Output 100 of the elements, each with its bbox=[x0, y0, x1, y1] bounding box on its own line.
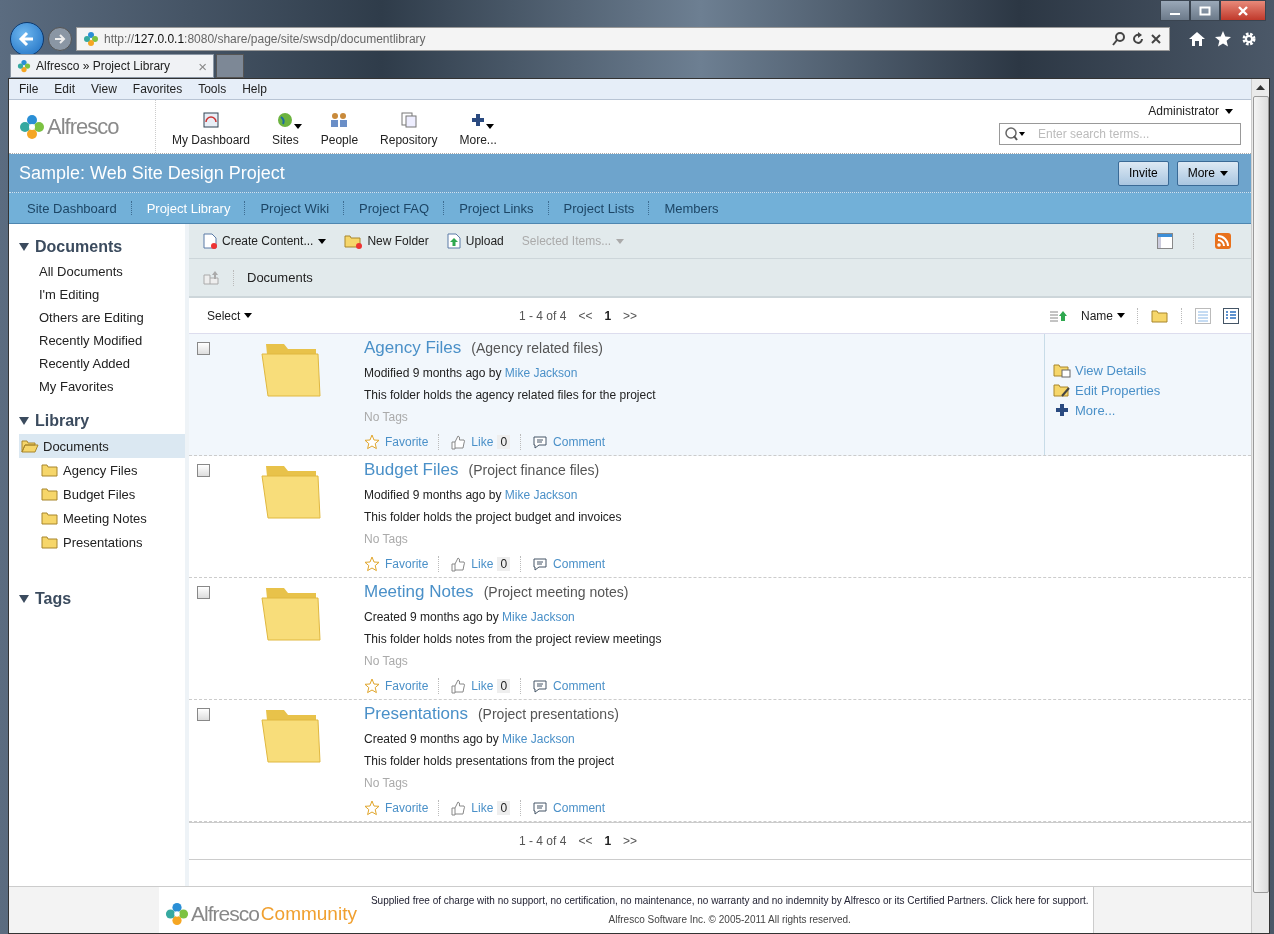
breadcrumb[interactable]: Documents bbox=[247, 270, 313, 285]
modified-info: Created 9 months ago by bbox=[364, 731, 499, 746]
user-menu[interactable]: Administrator bbox=[1148, 104, 1233, 118]
current-page: 1 bbox=[604, 308, 612, 323]
tree-node[interactable]: Budget Files bbox=[19, 482, 185, 506]
author-link[interactable]: Mike Jackson bbox=[504, 487, 578, 502]
home-icon[interactable] bbox=[1188, 30, 1206, 48]
site-icon bbox=[83, 31, 99, 47]
footer-logo-text: Alfresco bbox=[191, 902, 259, 926]
like-link[interactable]: Like bbox=[450, 556, 494, 573]
site-nav-tab[interactable]: Project FAQ bbox=[351, 200, 438, 216]
header-nav-item[interactable]: Sites bbox=[272, 111, 299, 147]
row-checkbox[interactable] bbox=[197, 464, 210, 477]
row-checkbox[interactable] bbox=[197, 708, 210, 721]
minimize-button[interactable] bbox=[1160, 0, 1190, 21]
next-page-link[interactable]: >> bbox=[623, 834, 638, 848]
toolbar-action[interactable]: Upload bbox=[446, 233, 504, 249]
filter-link[interactable]: All Documents bbox=[39, 260, 185, 283]
header-nav-item[interactable]: People bbox=[320, 111, 359, 147]
address-bar[interactable]: http://127.0.0.1:8080/share/page/site/swsdp/documentlibrary bbox=[76, 27, 1170, 51]
like-link[interactable]: Like bbox=[450, 678, 494, 695]
author-link[interactable]: Mike Jackson bbox=[502, 731, 575, 746]
favorite-link[interactable]: Favorite bbox=[364, 678, 429, 695]
site-nav-tab[interactable]: Members bbox=[656, 200, 727, 216]
filter-link[interactable]: My Favorites bbox=[39, 375, 185, 398]
sort-menu[interactable]: Name bbox=[1081, 308, 1125, 323]
header-nav-item[interactable]: My Dashboard bbox=[172, 111, 251, 147]
favorite-link[interactable]: Favorite bbox=[364, 556, 429, 573]
next-page-link[interactable]: >> bbox=[623, 308, 638, 323]
comment-link[interactable]: Comment bbox=[532, 678, 606, 695]
filter-section-header[interactable]: Documents bbox=[19, 238, 185, 256]
row-checkbox[interactable] bbox=[197, 586, 210, 599]
site-nav-tab[interactable]: Project Lists bbox=[555, 200, 643, 216]
comment-link[interactable]: Comment bbox=[532, 800, 606, 817]
site-button[interactable]: Invite bbox=[1117, 160, 1169, 186]
search-field[interactable]: Enter search terms... bbox=[999, 123, 1241, 145]
upload-icon bbox=[446, 233, 461, 249]
site-nav-tab[interactable]: Project Wiki bbox=[252, 200, 338, 216]
header-nav-item[interactable]: More... bbox=[459, 111, 497, 147]
site-button[interactable]: More bbox=[1176, 160, 1239, 186]
folder-row[interactable]: Budget Files (Project finance files) Modified 9 months ago by Mike Jackson This folder holds the project budget and invoices No Tags Favorite Like 0 Comment bbox=[189, 456, 1251, 578]
folder-title: (Project meeting notes) bbox=[483, 584, 629, 600]
like-link[interactable]: Like bbox=[450, 800, 494, 817]
tree-node[interactable]: Meeting Notes bbox=[19, 506, 185, 530]
folder-row[interactable]: Presentations (Project presentations) Created 9 months ago by Mike Jackson This folder holds presentations from the project No Tags Favorite Like 0 Comment bbox=[189, 700, 1251, 822]
menu-item[interactable]: Help bbox=[234, 82, 275, 96]
search-icon[interactable] bbox=[1111, 31, 1127, 47]
menu-item[interactable]: Favorites bbox=[124, 82, 191, 96]
comment-icon bbox=[532, 678, 549, 695]
support-notice[interactable]: Supplied free of charge with no support, no certification, no maintenance, no warranty and no indemnity by Alfresco or its Certified Partners. Click here for support. bbox=[370, 895, 1089, 906]
site-nav-tab[interactable]: Project Links bbox=[451, 200, 542, 216]
folder-icon bbox=[41, 535, 59, 549]
browser-tab[interactable]: Alfresco » Project Library × bbox=[10, 54, 214, 78]
previous-page-link[interactable]: << bbox=[578, 834, 593, 848]
toolbar-action[interactable]: New Folder bbox=[344, 233, 429, 249]
filter-link[interactable]: I'm Editing bbox=[39, 283, 185, 306]
filter-link[interactable]: Recently Modified bbox=[39, 329, 185, 352]
row-checkbox[interactable] bbox=[197, 342, 210, 355]
layout-icon[interactable] bbox=[1157, 233, 1173, 249]
search-icon[interactable] bbox=[1004, 126, 1026, 142]
favorite-link[interactable]: Favorite bbox=[364, 800, 429, 817]
page-range: 1 - 4 of 4 bbox=[519, 834, 567, 848]
gauge-icon bbox=[203, 112, 219, 128]
toolbar-action[interactable]: Create Content... bbox=[203, 233, 327, 249]
filter-link[interactable]: Others are Editing bbox=[39, 306, 185, 329]
filter-link[interactable]: Recently Added bbox=[39, 352, 185, 375]
header-nav-item[interactable]: Repository bbox=[380, 111, 438, 147]
tree-node[interactable]: Agency Files bbox=[19, 458, 185, 482]
folder-name-link[interactable]: Presentations bbox=[364, 704, 468, 724]
previous-page-link[interactable]: << bbox=[578, 308, 593, 323]
sort-icon[interactable] bbox=[1049, 309, 1069, 322]
maximize-button[interactable] bbox=[1190, 0, 1220, 21]
folder-details-icon bbox=[1053, 362, 1071, 378]
folder-row[interactable] bbox=[189, 334, 1251, 456]
settings-icon[interactable] bbox=[1240, 30, 1258, 48]
menu-item[interactable]: Edit bbox=[46, 82, 84, 96]
close-button[interactable] bbox=[1220, 0, 1266, 21]
folder-edit-icon bbox=[1053, 382, 1071, 398]
detailed-view-icon[interactable] bbox=[1223, 307, 1239, 324]
tree-node[interactable]: Presentations bbox=[19, 530, 185, 554]
menu-item[interactable]: View bbox=[83, 82, 125, 96]
site-nav-tab[interactable]: Site Dashboard bbox=[19, 200, 125, 216]
star-icon[interactable] bbox=[1214, 30, 1232, 48]
refresh-icon[interactable] bbox=[1131, 31, 1145, 47]
maximize-icon bbox=[1199, 5, 1211, 16]
scroll-up-icon[interactable] bbox=[1256, 85, 1265, 90]
caret-icon bbox=[1117, 313, 1125, 318]
forward-button[interactable] bbox=[48, 27, 72, 51]
menu-item[interactable]: Tools bbox=[190, 82, 235, 96]
tags-section-header[interactable]: Tags bbox=[19, 590, 185, 608]
scrollbar[interactable] bbox=[1251, 79, 1269, 933]
back-button[interactable] bbox=[10, 22, 44, 56]
folder-row[interactable]: Meeting Notes (Project meeting notes) Created 9 months ago by Mike Jackson This folder holds notes from the project review meetings No Tags Favorite Like 0 Comment bbox=[189, 578, 1251, 700]
author-link[interactable]: Mike Jackson bbox=[502, 609, 575, 624]
library-section-header[interactable]: Library bbox=[19, 412, 185, 430]
menu-item[interactable]: File bbox=[11, 82, 47, 96]
tree-node[interactable]: Documents bbox=[19, 434, 185, 458]
comment-link[interactable]: Comment bbox=[532, 556, 606, 573]
rss-icon[interactable] bbox=[1215, 233, 1231, 249]
select-menu[interactable]: Select bbox=[207, 308, 253, 323]
